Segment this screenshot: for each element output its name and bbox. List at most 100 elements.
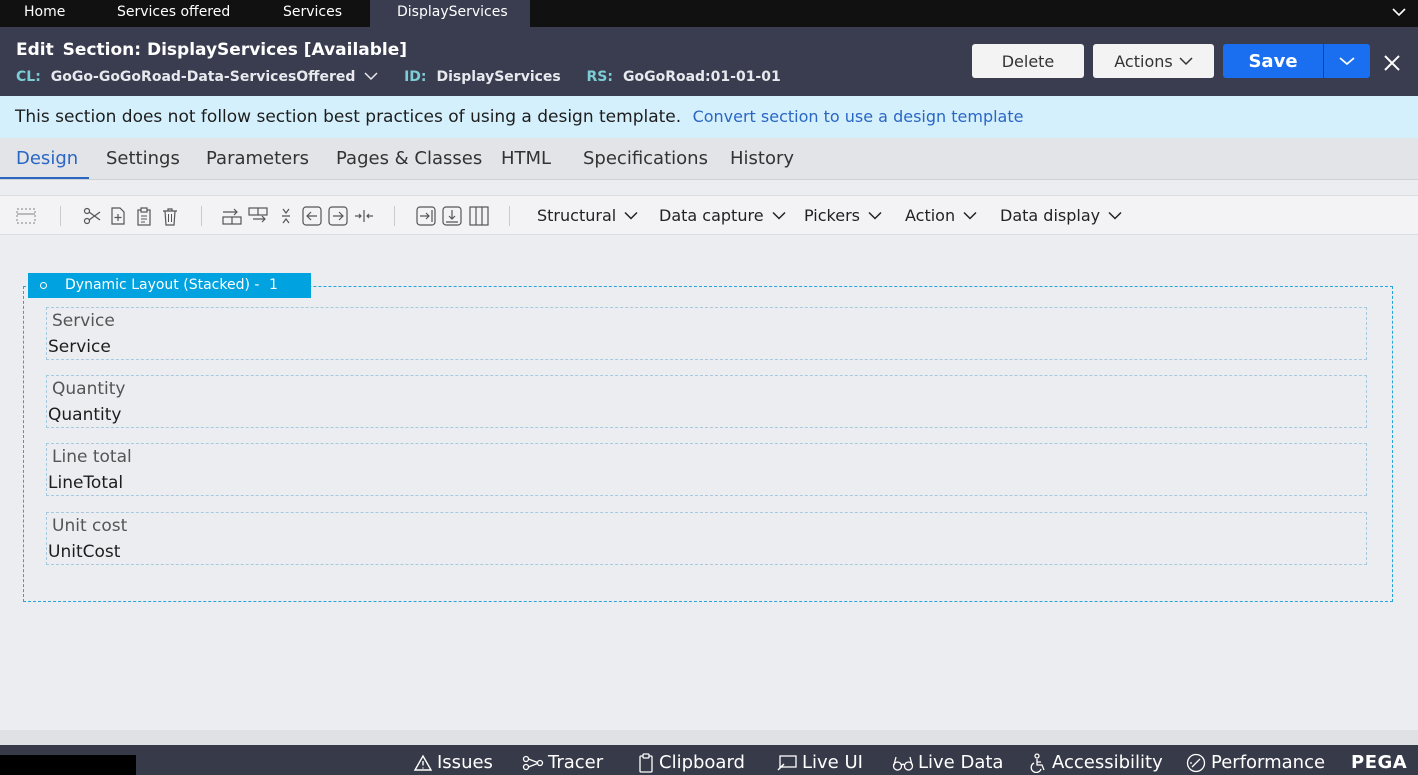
dev-toolbar: Issues Tracer Clipboard Live UI Live Dat… [0,745,1418,775]
warning-icon [413,754,433,771]
field-label: Quantity [52,379,126,399]
chevron-down-icon[interactable] [1392,5,1406,19]
paste-icon[interactable] [133,205,155,227]
dynamic-layout-header[interactable]: Dynamic Layout (Stacked) - 1 [28,273,311,298]
design-toolbar: Structural Data capture Pickers Action D… [0,195,1418,235]
tab-specifications[interactable]: Specifications [583,148,708,169]
cl-key: CL: [16,69,41,85]
tab-parameters[interactable]: Parameters [206,148,309,169]
section-title: Section: DisplayServices [Available] [62,40,408,60]
actions-label: Actions [1114,51,1173,71]
clipboard-icon [639,752,653,773]
field-value: Quantity [48,405,122,425]
top-tab-home[interactable]: Home [10,0,79,27]
field-value: Service [48,337,111,357]
cut-icon[interactable] [81,205,103,227]
chevron-down-icon[interactable] [364,71,378,81]
top-tab-services[interactable]: Services [269,0,356,27]
best-practice-banner: This section does not follow section bes… [0,96,1418,138]
chevron-down-icon [1179,57,1193,66]
chevron-down-icon [963,211,977,220]
delete-button[interactable]: Delete [972,44,1084,78]
insert-right-icon[interactable] [415,205,437,227]
close-button[interactable] [1378,46,1406,80]
glasses-icon [892,756,914,771]
id-value: DisplayServices [436,69,561,85]
accessibility-icon [1030,752,1045,773]
field-value: UnitCost [48,542,121,562]
rule-header: Edit Section: DisplayServices [Available… [0,27,1418,96]
tab-history[interactable]: History [730,148,794,169]
move-right-icon[interactable] [327,205,349,227]
data-display-menu[interactable]: Data display [1000,206,1122,225]
collapse-icon[interactable] [275,205,297,227]
active-tab-indicator [0,177,89,179]
top-tab-services-offered[interactable]: Services offered [103,0,244,27]
insert-below-icon[interactable] [441,205,463,227]
field-cell-unit-cost[interactable]: Unit cost UnitCost [46,512,1367,565]
cl-value[interactable]: GoGo-GoGoRoad-Data-ServicesOffered [51,69,356,85]
data-display-menu-label: Data display [1000,206,1101,225]
field-cell-service[interactable]: Service Service [46,307,1367,360]
field-cell-quantity[interactable]: Quantity Quantity [46,375,1367,428]
save-menu-button[interactable] [1324,44,1370,78]
structural-menu-label: Structural [537,206,617,225]
actions-button[interactable]: Actions [1093,44,1214,78]
live-ui-button[interactable]: Live UI [776,752,863,773]
issues-button[interactable]: Issues [413,752,493,773]
top-tab-bar: Home Services offered Services DisplaySe… [0,0,1418,27]
insert-row-icon[interactable] [221,205,243,227]
pega-logo: PEGA [1351,752,1408,773]
structural-menu[interactable]: Structural [537,206,638,225]
delete-icon[interactable] [159,205,181,227]
action-menu[interactable]: Action [905,206,977,225]
field-label: Service [52,311,115,331]
field-cell-line-total[interactable]: Line total LineTotal [46,443,1367,496]
pickers-menu-label: Pickers [804,206,860,225]
split-icon[interactable] [353,205,375,227]
page-title: Edit Section: DisplayServices [Available… [16,40,407,60]
design-canvas: Dynamic Layout (Stacked) - 1 Service Ser… [0,236,1418,730]
performance-label: Performance [1211,752,1326,773]
tab-pages-classes[interactable]: Pages & Classes [336,148,482,169]
banner-text: This section does not follow section bes… [15,107,682,127]
tracer-icon [522,755,544,770]
insert-row-above-icon[interactable] [247,205,269,227]
columns-icon[interactable] [468,205,490,227]
id-key: ID: [404,69,427,85]
chevron-down-icon [1108,211,1122,220]
layout-count: 1 [269,277,278,293]
move-left-icon[interactable] [301,205,323,227]
rule-meta: CL: GoGo-GoGoRoad-Data-ServicesOffered ID… [16,69,781,85]
layout-handle-icon[interactable] [40,282,47,289]
pickers-menu[interactable]: Pickers [804,206,882,225]
tab-design[interactable]: Design [16,148,78,169]
add-icon[interactable] [107,205,129,227]
clipboard-label: Clipboard [659,752,745,773]
tracer-label: Tracer [548,752,604,773]
save-button[interactable]: Save [1223,44,1323,78]
clipboard-button[interactable]: Clipboard [637,752,745,773]
chevron-down-icon [868,211,882,220]
tab-settings[interactable]: Settings [106,148,180,169]
issues-label: Issues [437,752,493,773]
data-capture-menu-label: Data capture [659,206,764,225]
tab-html[interactable]: HTML [501,148,551,169]
bottom-divider [0,730,1418,745]
performance-button[interactable]: Performance [1185,752,1325,773]
live-ui-icon [777,754,797,771]
live-data-label: Live Data [918,752,1004,773]
select-layout-icon[interactable] [15,205,37,227]
rs-key: RS: [586,69,613,85]
accessibility-label: Accessibility [1052,752,1163,773]
redacted-area [0,755,136,775]
chevron-down-icon [1339,57,1355,66]
convert-template-link[interactable]: Convert section to use a design template [693,107,1024,126]
data-capture-menu[interactable]: Data capture [659,206,786,225]
chevron-down-icon [772,211,786,220]
accessibility-button[interactable]: Accessibility [1028,752,1163,773]
top-tab-displayservices[interactable]: DisplayServices [370,0,530,27]
field-label: Line total [52,447,132,467]
live-data-button[interactable]: Live Data [892,752,1003,773]
tracer-button[interactable]: Tracer [522,752,603,773]
